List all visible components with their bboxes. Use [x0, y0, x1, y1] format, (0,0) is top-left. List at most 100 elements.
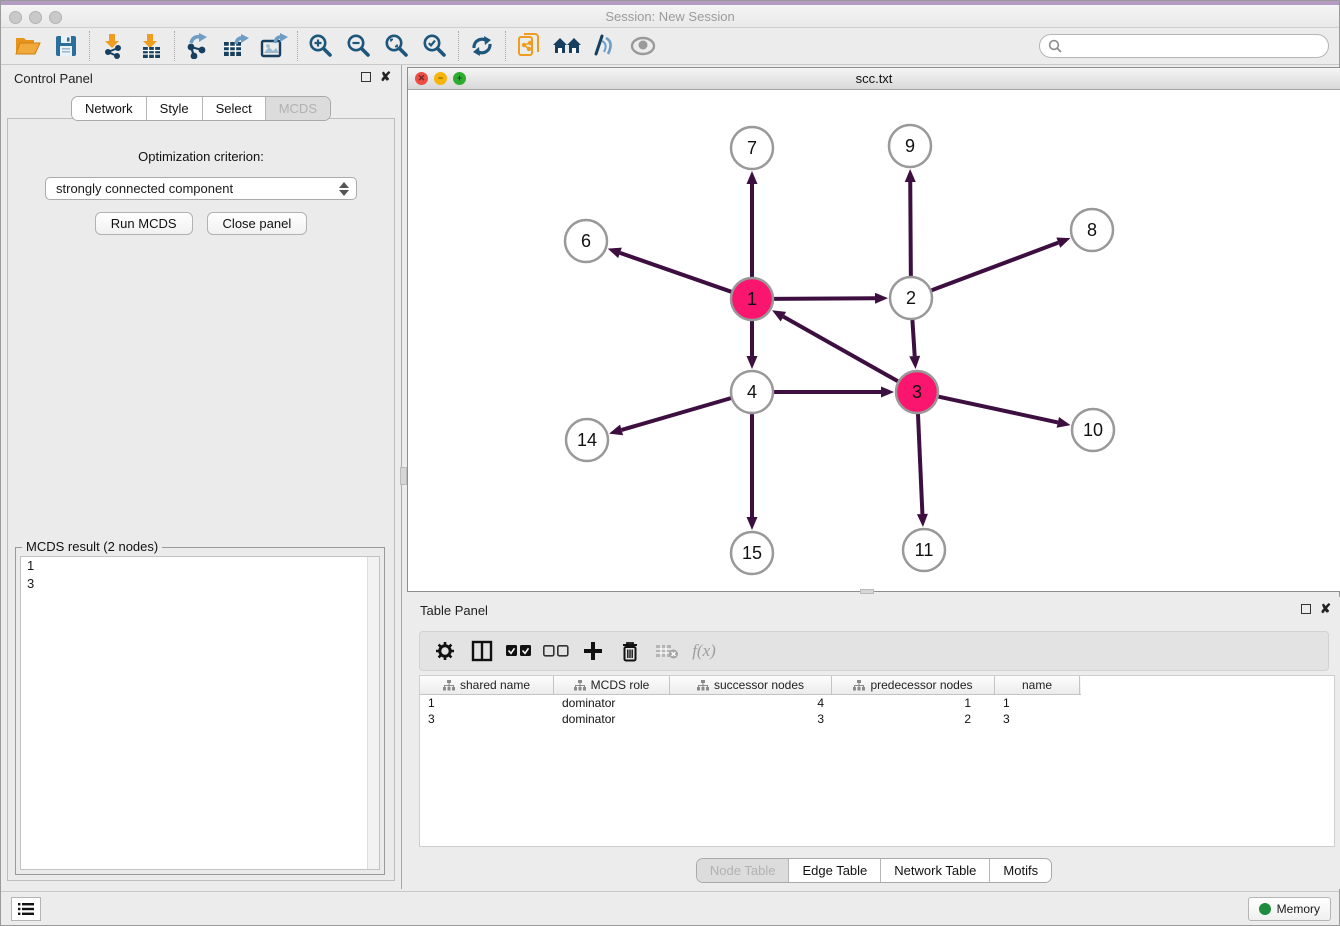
table-row[interactable]: 1dominator411 [420, 695, 1334, 711]
table-panel-tabs: Node TableEdge TableNetwork TableMotifs [696, 858, 1052, 883]
edge-1-2[interactable] [773, 293, 888, 304]
svg-text:8: 8 [1087, 220, 1097, 240]
import-table-icon[interactable] [132, 30, 170, 62]
tab-style[interactable]: Style [146, 97, 202, 120]
table-panel: Table Panel ✘ [407, 597, 1340, 889]
table-cell: 3 [420, 711, 554, 727]
result-scrollbar[interactable] [367, 557, 379, 869]
export-network-icon[interactable] [179, 30, 217, 62]
close-panel-icon[interactable]: ✘ [380, 72, 391, 82]
node-4[interactable]: 4 [731, 371, 773, 413]
node-14[interactable]: 14 [566, 419, 608, 461]
task-history-button[interactable] [11, 897, 41, 921]
float-panel-icon[interactable] [361, 72, 371, 82]
dropdown-stepper-icon [339, 181, 349, 197]
edge-2-9[interactable] [905, 169, 916, 277]
table-cell: 1 [832, 695, 995, 711]
vertical-splitter-handle[interactable] [400, 467, 407, 485]
edge-1-6[interactable] [608, 248, 732, 292]
split-columns-icon[interactable] [467, 636, 497, 666]
search-field[interactable] [1039, 34, 1329, 58]
unselect-all-columns-icon[interactable] [541, 636, 571, 666]
zoom-fit-icon[interactable] [378, 30, 416, 62]
edge-3-10[interactable] [938, 396, 1071, 427]
table-panel-header: Table Panel ✘ [407, 597, 1340, 625]
edge-3-11[interactable] [917, 413, 928, 527]
duplicate-network-icon[interactable] [510, 30, 548, 62]
column-header-label: shared name [460, 678, 530, 692]
close-table-panel-icon[interactable]: ✘ [1320, 604, 1331, 614]
memory-button[interactable]: Memory [1248, 897, 1331, 921]
edge-1-4[interactable] [747, 320, 758, 369]
edge-3-1[interactable] [772, 310, 899, 381]
network-view-window: ✕ − + scc.txt 7 9 6 8 1 2 4 3 14 10 15 11 [407, 67, 1340, 592]
node-table[interactable]: shared name MCDS rolesuccessor nodesprede… [419, 675, 1335, 847]
import-network-icon[interactable] [94, 30, 132, 62]
select-all-columns-icon[interactable] [504, 636, 534, 666]
tab-node-table[interactable]: Node Table [697, 859, 789, 882]
svg-text:6: 6 [581, 231, 591, 251]
table-body: 1dominator4113dominator323 [420, 695, 1334, 727]
column-header-MCDS-role[interactable]: MCDS role [554, 676, 670, 694]
node-15[interactable]: 15 [731, 532, 773, 574]
save-icon[interactable] [47, 30, 85, 62]
network-window-titlebar[interactable]: ✕ − + scc.txt [408, 68, 1340, 90]
zoom-out-icon[interactable] [340, 30, 378, 62]
edge-1-7[interactable] [747, 171, 758, 278]
network-canvas[interactable]: 7 9 6 8 1 2 4 3 14 10 15 11 [408, 90, 1340, 591]
node-1[interactable]: 1 [731, 278, 773, 320]
close-panel-button[interactable]: Close panel [207, 212, 308, 235]
tab-edge-table[interactable]: Edge Table [788, 859, 880, 882]
column-header-shared-name[interactable]: shared name [420, 676, 554, 694]
add-column-icon[interactable] [578, 636, 608, 666]
node-11[interactable]: 11 [903, 529, 945, 571]
style-icon[interactable] [586, 30, 624, 62]
svg-text:11: 11 [915, 540, 934, 560]
tab-select[interactable]: Select [202, 97, 265, 120]
mcds-result-list[interactable]: 13 [20, 556, 380, 870]
edge-4-15[interactable] [747, 413, 758, 530]
column-header-predecessor-nodes[interactable]: predecessor nodes [832, 676, 995, 694]
column-type-icon [574, 680, 586, 691]
tab-network[interactable]: Network [72, 97, 146, 120]
edge-2-8[interactable] [931, 238, 1071, 291]
table-row[interactable]: 3dominator323 [420, 711, 1334, 727]
memory-status-icon [1259, 903, 1271, 915]
zoom-in-icon[interactable] [302, 30, 340, 62]
node-3[interactable]: 3 [896, 371, 938, 413]
home-icon[interactable] [548, 30, 586, 62]
criterion-dropdown[interactable]: strongly connected component [45, 177, 357, 200]
float-table-panel-icon[interactable] [1301, 604, 1311, 614]
svg-text:15: 15 [742, 543, 762, 563]
column-header-name[interactable]: name [995, 676, 1080, 694]
table-cell: dominator [554, 695, 670, 711]
table-panel-title: Table Panel [420, 603, 488, 618]
edge-4-3[interactable] [773, 387, 894, 398]
search-input[interactable] [1062, 39, 1328, 54]
tab-network-table[interactable]: Network Table [880, 859, 989, 882]
toolbar-separator [174, 31, 175, 61]
edge-4-14[interactable] [609, 398, 732, 435]
run-mcds-button[interactable]: Run MCDS [95, 212, 193, 235]
node-10[interactable]: 10 [1072, 409, 1114, 451]
tab-motifs[interactable]: Motifs [989, 859, 1051, 882]
node-7[interactable]: 7 [731, 127, 773, 169]
gear-icon[interactable] [430, 636, 460, 666]
export-table-icon[interactable] [217, 30, 255, 62]
node-6[interactable]: 6 [565, 220, 607, 262]
node-2[interactable]: 2 [890, 277, 932, 319]
table-cell: 2 [832, 711, 995, 727]
zoom-selected-icon[interactable] [416, 30, 454, 62]
tab-mcds[interactable]: MCDS [265, 97, 330, 120]
node-9[interactable]: 9 [889, 125, 931, 167]
refresh-icon[interactable] [463, 30, 501, 62]
network-window-title: scc.txt [408, 71, 1340, 86]
delete-column-icon[interactable] [615, 636, 645, 666]
horizontal-splitter-handle[interactable] [860, 589, 874, 594]
svg-text:2: 2 [906, 288, 916, 308]
export-image-icon[interactable] [255, 30, 293, 62]
edge-2-3[interactable] [909, 319, 920, 369]
open-folder-icon[interactable] [9, 30, 47, 62]
node-8[interactable]: 8 [1071, 209, 1113, 251]
column-header-successor-nodes[interactable]: successor nodes [670, 676, 832, 694]
